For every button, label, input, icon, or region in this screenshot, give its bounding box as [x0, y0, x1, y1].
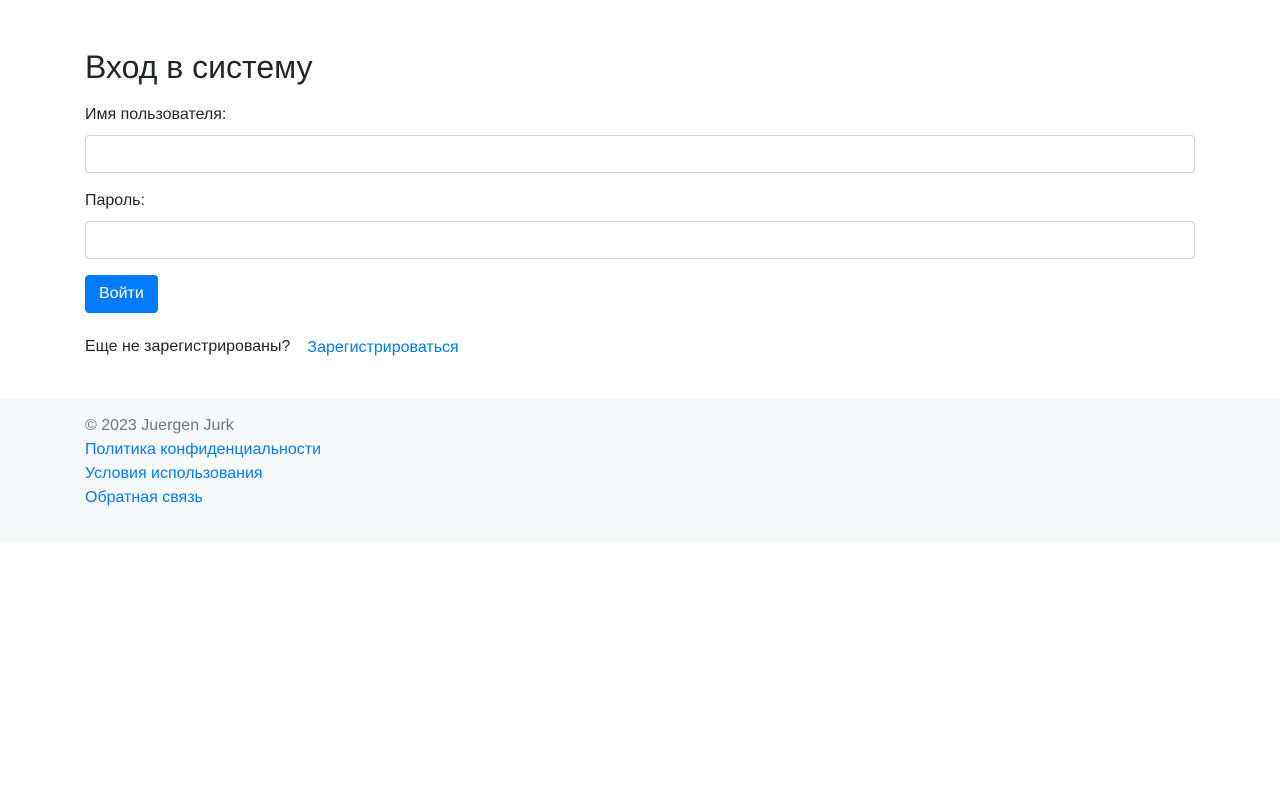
copyright-text: © 2023 Juergen Jurk	[85, 417, 234, 434]
login-form: Имя пользователя: Пароль: Войти	[85, 103, 1195, 313]
register-prompt: Еще не зарегистрированы?	[85, 338, 291, 355]
password-input[interactable]	[85, 221, 1195, 259]
footer: © 2023 Juergen Jurk Политика конфиденциа…	[0, 398, 1280, 542]
password-label: Пароль:	[85, 192, 145, 209]
footer-content: © 2023 Juergen Jurk Политика конфиденциа…	[85, 398, 1280, 510]
page-title: Вход в систему	[85, 49, 313, 85]
username-label: Имя пользователя:	[85, 106, 227, 123]
username-input[interactable]	[85, 135, 1195, 173]
login-section: Вход в систему Имя пользователя: Пароль:…	[85, 0, 1195, 356]
register-row: Еще не зарегистрированы? Зарегистрироват…	[85, 335, 1195, 359]
feedback-link[interactable]: Обратная связь	[85, 486, 203, 510]
privacy-policy-link[interactable]: Политика конфиденциальности	[85, 438, 321, 462]
login-button[interactable]: Войти	[85, 275, 158, 313]
register-link[interactable]: Зарегистрироваться	[307, 336, 458, 360]
terms-of-use-link[interactable]: Условия использования	[85, 462, 263, 486]
